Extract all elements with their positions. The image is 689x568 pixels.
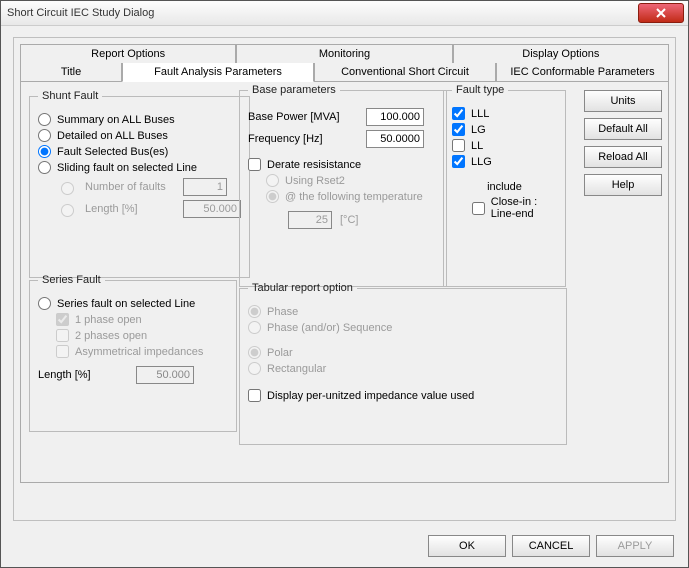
radio-shunt-length — [61, 204, 74, 217]
check-2-phases-open: 2 phases open — [56, 329, 228, 342]
tab-fault-analysis-parameters[interactable]: Fault Analysis Parameters — [122, 63, 314, 82]
row-shunt-length: Length [%] — [56, 200, 241, 218]
check-display-pu-impedance[interactable]: Display per-unitzed impedance value used — [248, 389, 558, 402]
input-series-length — [136, 366, 194, 384]
button-default-all[interactable]: Default All — [584, 118, 662, 140]
radio-polar: Polar — [248, 346, 558, 359]
radio-summary-all-buses[interactable]: Summary on ALL Buses — [38, 113, 241, 126]
tab-conventional-short-circuit[interactable]: Conventional Short Circuit — [314, 63, 496, 82]
tab-title[interactable]: Title — [20, 63, 122, 82]
check-ll[interactable]: LL — [452, 139, 557, 152]
window-title: Short Circuit IEC Study Dialog — [7, 7, 154, 19]
button-reload-all[interactable]: Reload All — [584, 146, 662, 168]
input-temperature — [288, 211, 332, 229]
footer-buttons: OK CANCEL APPLY — [428, 535, 674, 557]
radio-detailed-all-buses[interactable]: Detailed on ALL Buses — [38, 129, 241, 142]
radio-phase-sequence: Phase (and/or) Sequence — [248, 321, 558, 334]
radio-sliding-fault-line[interactable]: Sliding fault on selected Line — [38, 161, 241, 174]
legend-shunt-fault: Shunt Fault — [38, 90, 102, 102]
group-fault-type: Fault type LLL LG LL LLG include Close-i… — [443, 84, 566, 287]
check-llg[interactable]: LLG — [452, 155, 557, 168]
button-cancel[interactable]: CANCEL — [512, 535, 590, 557]
legend-series-fault: Series Fault — [38, 274, 105, 286]
check-lll[interactable]: LLL — [452, 107, 557, 120]
radio-rectangular: Rectangular — [248, 362, 558, 375]
button-help[interactable]: Help — [584, 174, 662, 196]
tab-row-top: Report Options Monitoring Display Option… — [20, 44, 669, 63]
legend-base-parameters: Base parameters — [248, 84, 340, 96]
titlebar: Short Circuit IEC Study Dialog — [1, 1, 688, 26]
row-series-length: Length [%] — [38, 366, 228, 384]
check-derate-resistance[interactable]: Derate resisistance — [248, 158, 438, 171]
button-column: Units Default All Reload All Help — [584, 90, 662, 196]
radio-following-temperature: @ the following temperature — [266, 190, 438, 203]
radio-fault-selected-buses[interactable]: Fault Selected Bus(es) — [38, 145, 241, 158]
tab-monitoring[interactable]: Monitoring — [236, 44, 452, 63]
group-tabular-report: Tabular report option Phase Phase (and/o… — [239, 282, 567, 445]
radio-phase: Phase — [248, 305, 558, 318]
row-temperature: [°C] — [288, 211, 438, 229]
check-include-closein-lineend[interactable]: Close-in : Line-end — [452, 196, 557, 220]
tab-report-options[interactable]: Report Options — [20, 44, 236, 63]
button-apply: APPLY — [596, 535, 674, 557]
label-include: include — [452, 181, 557, 193]
button-ok[interactable]: OK — [428, 535, 506, 557]
input-number-of-faults — [183, 178, 227, 196]
radio-series-fault-line[interactable]: Series fault on selected Line — [38, 297, 228, 310]
tab-iec-conformable-parameters[interactable]: IEC Conformable Parameters — [496, 63, 669, 82]
check-1-phase-open: 1 phase open — [56, 313, 228, 326]
dialog-body: Report Options Monitoring Display Option… — [13, 37, 676, 521]
group-shunt-fault: Shunt Fault Summary on ALL Buses Detaile… — [29, 90, 250, 278]
input-frequency[interactable] — [366, 130, 424, 148]
tab-display-options[interactable]: Display Options — [453, 44, 669, 63]
close-button[interactable] — [638, 3, 684, 23]
check-lg[interactable]: LG — [452, 123, 557, 136]
group-base-parameters: Base parameters Base Power [MVA] Frequen… — [239, 84, 447, 287]
row-base-power: Base Power [MVA] — [248, 108, 438, 126]
legend-tabular-report: Tabular report option — [248, 282, 357, 294]
button-units[interactable]: Units — [584, 90, 662, 112]
check-asym-impedances: Asymmetrical impedances — [56, 345, 228, 358]
input-base-power[interactable] — [366, 108, 424, 126]
row-frequency: Frequency [Hz] — [248, 130, 438, 148]
input-shunt-length — [183, 200, 241, 218]
radio-number-of-faults — [61, 182, 74, 195]
tab-row-bottom: Title Fault Analysis Parameters Conventi… — [20, 63, 669, 82]
legend-fault-type: Fault type — [452, 84, 508, 96]
group-series-fault: Series Fault Series fault on selected Li… — [29, 274, 237, 432]
tab-content: Shunt Fault Summary on ALL Buses Detaile… — [20, 81, 669, 483]
radio-using-rset2: Using Rset2 — [266, 174, 438, 187]
dialog-window: Short Circuit IEC Study Dialog Report Op… — [0, 0, 689, 568]
row-number-of-faults: Number of faults — [56, 178, 241, 196]
